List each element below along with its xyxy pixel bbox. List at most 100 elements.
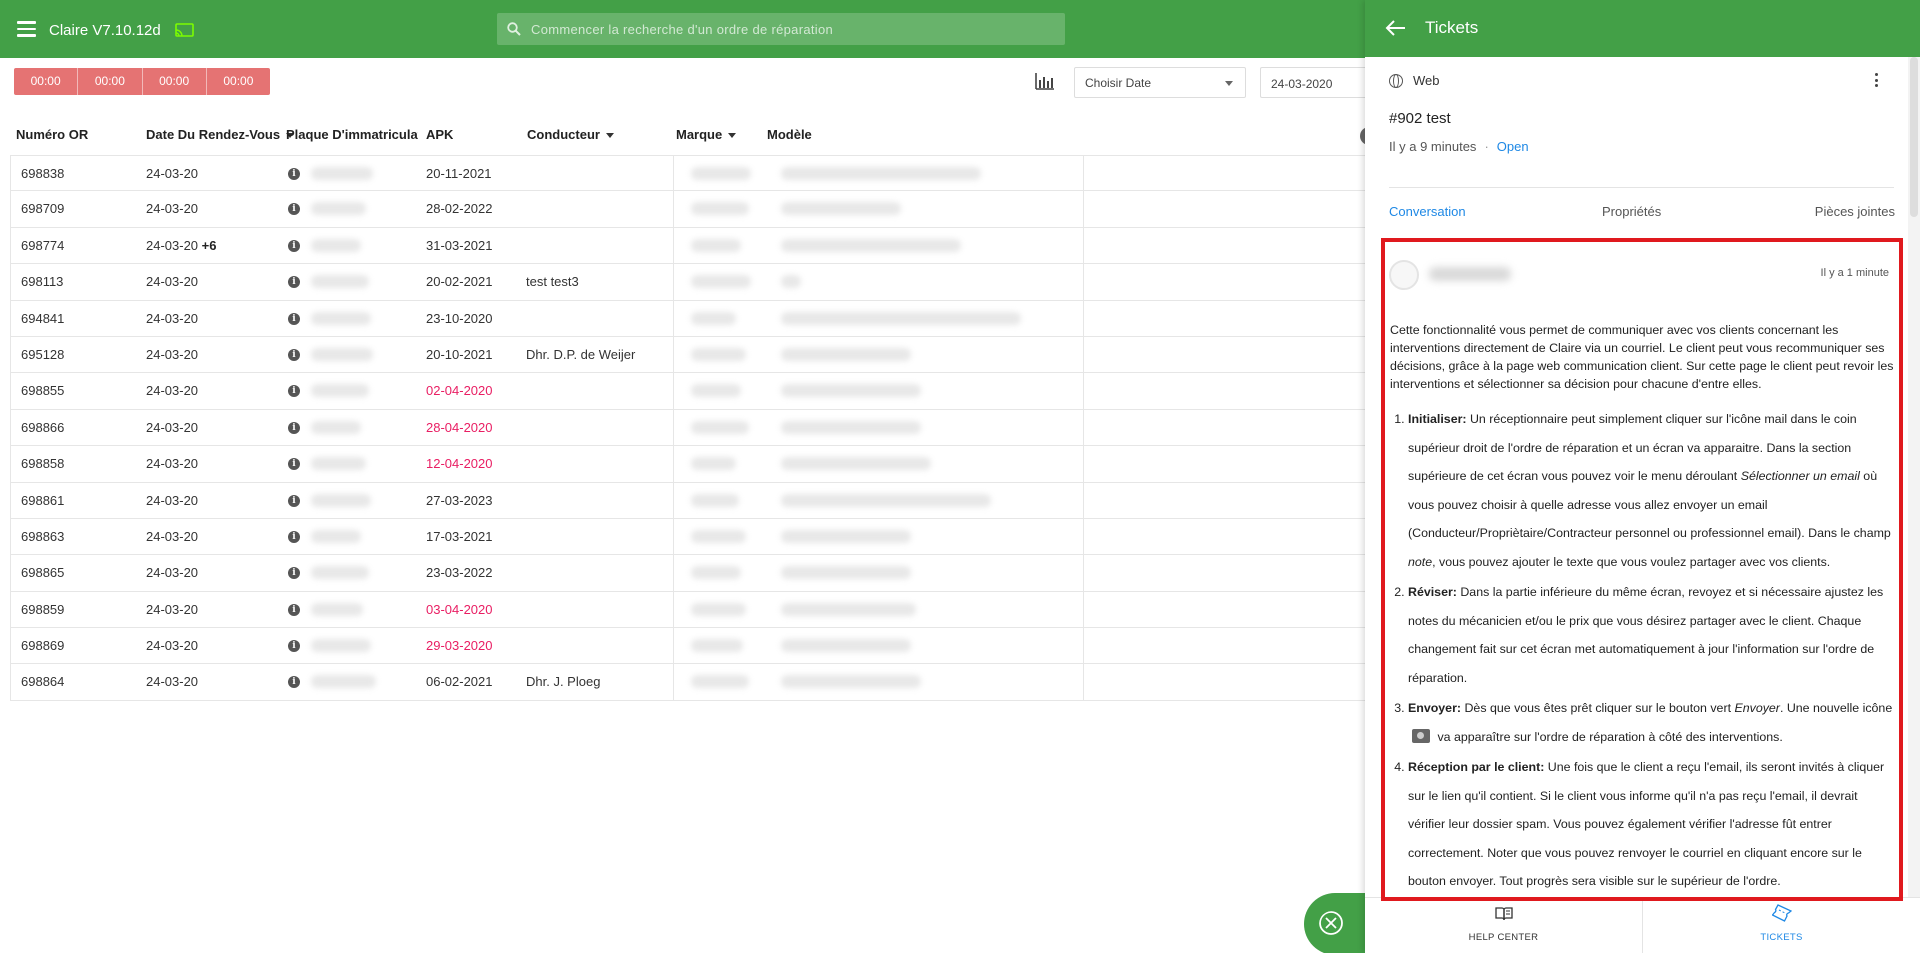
- time-chip[interactable]: 00:00: [207, 68, 270, 95]
- cell-date-value: 24-03-20: [146, 456, 199, 472]
- ticket-title: #902 test: [1389, 110, 1451, 127]
- redacted-model: [781, 384, 921, 398]
- redacted-brand: [691, 347, 746, 361]
- table-row[interactable]: 698864 24-03-20 i 06-02-2021 Dhr. J. Ploeg: [10, 664, 1400, 701]
- info-icon[interactable]: i: [288, 203, 300, 216]
- divider: [673, 482, 674, 518]
- cell-or: 698859: [21, 601, 65, 617]
- info-icon[interactable]: i: [288, 567, 300, 580]
- info-icon[interactable]: i: [288, 348, 300, 361]
- redacted-model: [781, 167, 981, 180]
- step-title: Initialiser:: [1408, 412, 1467, 426]
- cell-date: 24-03-20: [146, 592, 198, 627]
- table-row[interactable]: 698838 24-03-20 i 20-11-2021: [10, 155, 1400, 192]
- nav-tickets[interactable]: TICKETS: [1643, 898, 1920, 953]
- column-header-label: Marque: [676, 127, 723, 142]
- redacted-model: [781, 529, 911, 543]
- table-row[interactable]: 698861 24-03-20 i 27-03-2023: [10, 482, 1400, 519]
- ticket-status[interactable]: Open: [1497, 139, 1529, 154]
- info-icon[interactable]: i: [288, 494, 300, 507]
- column-header-model[interactable]: Modèle: [767, 127, 812, 142]
- cell-or: 694841: [21, 310, 65, 326]
- arrow-left-icon[interactable]: [1385, 19, 1407, 37]
- bar-chart-icon[interactable]: [1035, 72, 1055, 90]
- date-select[interactable]: Choisir Date: [1074, 67, 1246, 98]
- sort-icon: [605, 133, 614, 139]
- redacted-brand: [691, 311, 736, 325]
- info-icon[interactable]: i: [288, 640, 300, 653]
- cell-date-value: 24-03-20: [146, 528, 199, 544]
- step-emphasis: Envoyer: [1734, 701, 1780, 715]
- info-icon[interactable]: i: [288, 530, 300, 543]
- table-row[interactable]: 698859 24-03-20 i 03-04-2020: [10, 591, 1400, 629]
- tab-attachments[interactable]: Pièces jointes: [1815, 204, 1895, 219]
- divider: [1083, 628, 1084, 664]
- redacted-plate: [311, 167, 373, 180]
- column-header-apk[interactable]: APK: [426, 127, 453, 142]
- divider: [1083, 409, 1084, 446]
- divider: [1083, 555, 1084, 591]
- time-chip[interactable]: 00:00: [143, 68, 207, 95]
- column-header-plate[interactable]: Plaque D'immatriculation: [286, 127, 418, 142]
- table-row[interactable]: 698855 24-03-20 i 02-04-2020: [10, 373, 1400, 410]
- scrollbar-thumb[interactable]: [1910, 57, 1918, 217]
- redacted-plate: [311, 275, 369, 289]
- cell-apk: 27-03-2023: [426, 492, 493, 508]
- info-icon[interactable]: i: [288, 276, 300, 289]
- divider: [673, 264, 674, 300]
- ticket-channel: Web: [1389, 73, 1440, 88]
- divider: [673, 300, 674, 336]
- table-row[interactable]: 695128 24-03-20 i 20-10-2021 Dhr. D.P. de W…: [10, 336, 1400, 374]
- channel-label: Web: [1413, 73, 1440, 88]
- divider: [673, 191, 674, 227]
- info-icon[interactable]: i: [288, 312, 300, 325]
- close-widget-button[interactable]: [1304, 893, 1372, 953]
- cell-date-value: 24-03-20: [146, 674, 199, 690]
- table-row[interactable]: 698865 24-03-20 i 23-03-2022: [10, 555, 1400, 592]
- info-icon[interactable]: i: [288, 421, 300, 434]
- info-icon[interactable]: i: [288, 603, 300, 616]
- search-input[interactable]: [531, 13, 1051, 45]
- cast-icon[interactable]: [175, 23, 194, 37]
- tab-conversation[interactable]: Conversation: [1389, 204, 1466, 219]
- redacted-plate: [311, 529, 361, 543]
- info-icon[interactable]: i: [288, 239, 300, 252]
- column-header-brand[interactable]: Marque: [676, 127, 737, 142]
- info-icon[interactable]: i: [288, 385, 300, 398]
- nav-help-center[interactable]: HELP CENTER: [1365, 898, 1642, 953]
- date-input[interactable]: 24-03-2020: [1260, 67, 1370, 98]
- table-row[interactable]: 698709 24-03-20 i 28-02-2022: [10, 191, 1400, 228]
- tab-properties[interactable]: Propriétés: [1602, 204, 1661, 219]
- cell-or: 698858: [21, 456, 65, 472]
- cell-date: 24-03-20: [146, 337, 198, 372]
- cell-date-value: 24-03-20: [146, 638, 199, 654]
- divider: [673, 664, 674, 700]
- menu-icon[interactable]: [17, 21, 36, 37]
- time-chip[interactable]: 00:00: [14, 68, 79, 95]
- globe-icon: [1389, 74, 1403, 88]
- table-row[interactable]: 698774 24-03-20 +6 i 31-03-2021: [10, 227, 1400, 265]
- cell-or: 698865: [21, 565, 65, 581]
- list-item: Envoyer: Dès que vous êtes prêt cliquer …: [1408, 694, 1895, 751]
- cell-or: 698861: [21, 492, 65, 508]
- cell-or: 698774: [21, 237, 65, 253]
- table-row[interactable]: 694841 24-03-20 i 23-10-2020: [10, 300, 1400, 337]
- more-options-icon[interactable]: [1875, 73, 1879, 89]
- column-header-or[interactable]: Numéro OR: [16, 127, 88, 142]
- message-body: Cette fonctionnalité vous permet de comm…: [1390, 321, 1895, 897]
- cell-date-value: 24-03-20: [146, 492, 199, 508]
- info-icon[interactable]: i: [288, 168, 300, 180]
- panel-scrollbar[interactable]: [1908, 57, 1920, 897]
- column-header-date[interactable]: Date Du Rendez-Vous: [146, 127, 295, 142]
- time-chip[interactable]: 00:00: [78, 68, 143, 95]
- table-row[interactable]: 698863 24-03-20 i 17-03-2021: [10, 518, 1400, 556]
- info-icon[interactable]: i: [288, 676, 300, 689]
- table-row[interactable]: 698113 24-03-20 i 20-02-2021 test test3: [10, 264, 1400, 301]
- step-emphasis: note: [1408, 554, 1433, 569]
- table-row[interactable]: 698858 24-03-20 i 12-04-2020: [10, 446, 1400, 483]
- table-row[interactable]: 698869 24-03-20 i 29-03-2020: [10, 628, 1400, 665]
- column-header-driver[interactable]: Conducteur: [527, 127, 614, 142]
- table-row[interactable]: 698866 24-03-20 i 28-04-2020: [10, 409, 1400, 447]
- info-icon[interactable]: i: [288, 458, 300, 471]
- redacted-brand: [691, 566, 741, 580]
